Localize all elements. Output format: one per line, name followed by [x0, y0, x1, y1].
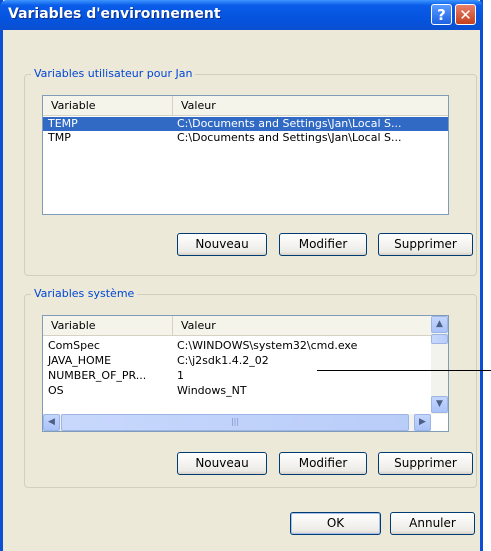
system-variables-list[interactable]: Variable Valeur ComSpec C:\WINDOWS\syste…	[42, 315, 449, 432]
variable-name: TMP	[48, 131, 71, 144]
close-button[interactable]: ✕	[455, 4, 476, 25]
vertical-scroll-thumb[interactable]	[431, 334, 448, 344]
column-header-variable[interactable]: Variable	[43, 316, 173, 335]
user-variables-list[interactable]: Variable Valeur TEMP C:\Documents and Se…	[42, 95, 449, 215]
scroll-left-icon[interactable]: ◀	[43, 414, 60, 431]
window-title: Variables d'environnement	[8, 6, 221, 22]
user-delete-button[interactable]: Supprimer	[378, 233, 473, 256]
variable-value: C:\Documents and Settings\Jan\Local S...	[177, 117, 402, 130]
list-header: Variable Valeur	[43, 96, 448, 116]
user-edit-button[interactable]: Modifier	[279, 233, 367, 256]
scroll-down-icon[interactable]: ▼	[431, 396, 448, 413]
variable-name: TEMP	[48, 117, 78, 130]
scroll-right-icon[interactable]: ▶	[414, 414, 431, 431]
ok-button[interactable]: OK	[290, 512, 381, 535]
variable-value: C:\Documents and Settings\Jan\Local S...	[177, 131, 402, 144]
user-variables-legend: Variables utilisateur pour Jan	[31, 67, 196, 80]
system-delete-button[interactable]: Supprimer	[378, 452, 473, 475]
system-new-button[interactable]: Nouveau	[177, 452, 267, 475]
cancel-button[interactable]: Annuler	[390, 512, 475, 535]
callout-line	[317, 370, 491, 371]
horizontal-scroll-thumb[interactable]: |||	[61, 414, 409, 431]
column-header-value[interactable]: Valeur	[173, 316, 431, 335]
environment-variables-dialog: Variables d'environnement ? ✕ Variables …	[0, 0, 483, 551]
list-item-comspec[interactable]: ComSpec C:\WINDOWS\system32\cmd.exe	[43, 339, 431, 353]
system-edit-button[interactable]: Modifier	[279, 452, 367, 475]
list-item-os[interactable]: OS Windows_NT	[43, 384, 431, 398]
scroll-up-icon[interactable]: ▲	[431, 316, 448, 333]
list-item-java-home[interactable]: JAVA_HOME C:\j2sdk1.4.2_02	[43, 354, 431, 368]
title-bar[interactable]: Variables d'environnement ? ✕	[0, 0, 483, 30]
user-variables-group: Variables utilisateur pour Jan Variable …	[24, 67, 477, 276]
help-button[interactable]: ?	[431, 4, 452, 25]
system-variables-group: Variables système Variable Valeur ComSpe…	[24, 287, 477, 488]
variable-name: JAVA_HOME	[48, 354, 112, 367]
variable-value: C:\WINDOWS\system32\cmd.exe	[177, 339, 358, 352]
list-item-tmp[interactable]: TMP C:\Documents and Settings\Jan\Local …	[43, 131, 448, 145]
horizontal-scrollbar[interactable]: ◀ ||| ▶	[43, 414, 431, 431]
user-new-button[interactable]: Nouveau	[177, 233, 267, 256]
list-item-number-of-processors[interactable]: NUMBER_OF_PR... 1	[43, 369, 431, 383]
column-header-value[interactable]: Valeur	[173, 96, 448, 115]
list-item-temp[interactable]: TEMP C:\Documents and Settings\Jan\Local…	[43, 117, 448, 131]
variable-name: OS	[48, 384, 64, 397]
variable-value: 1	[177, 369, 184, 382]
variable-value: C:\j2sdk1.4.2_02	[177, 354, 269, 367]
variable-value: Windows_NT	[177, 384, 247, 397]
column-header-variable[interactable]: Variable	[43, 96, 173, 115]
vertical-scrollbar[interactable]: ▲ ▼	[431, 316, 448, 414]
variable-name: ComSpec	[48, 339, 100, 352]
variable-name: NUMBER_OF_PR...	[48, 369, 147, 382]
system-variables-legend: Variables système	[31, 287, 138, 300]
list-header: Variable Valeur	[43, 316, 431, 336]
